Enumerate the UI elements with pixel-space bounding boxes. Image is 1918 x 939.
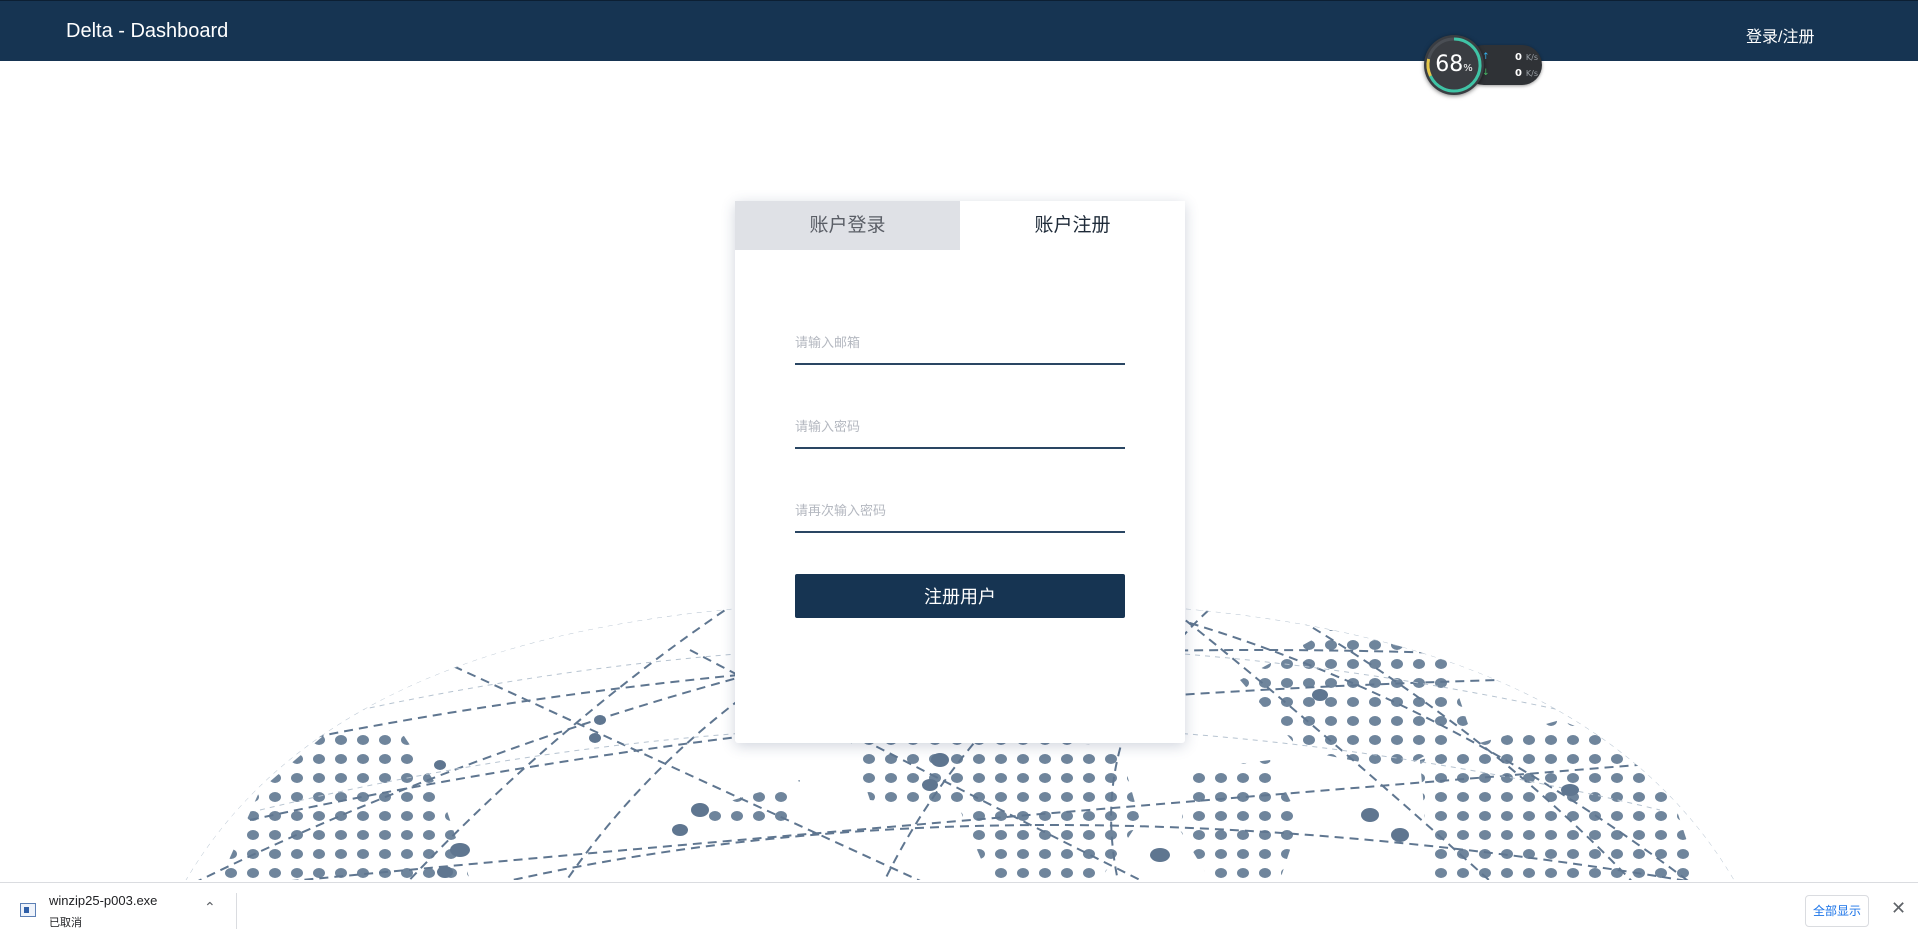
chevron-up-icon[interactable]: ⌃ (204, 899, 216, 916)
gauge-percent: 68% (1435, 52, 1473, 77)
top-navbar: Delta - Dashboard 登录/注册 (0, 0, 1918, 61)
upload-value: 0 (1515, 52, 1522, 63)
download-status: 已取消 (49, 917, 82, 929)
download-file-name[interactable]: winzip25-p003.exe (49, 893, 157, 908)
divider (236, 893, 237, 929)
password-input[interactable] (795, 405, 1125, 449)
upload-unit: K/s (1525, 53, 1538, 62)
email-input[interactable] (795, 321, 1125, 365)
tab-register[interactable]: 账户注册 (960, 201, 1185, 250)
close-icon[interactable]: ✕ (1891, 898, 1906, 919)
brand-title[interactable]: Delta - Dashboard (66, 20, 228, 43)
download-unit: K/s (1525, 69, 1538, 78)
confirm-password-input[interactable] (795, 489, 1125, 533)
login-register-link[interactable]: 登录/注册 (1746, 23, 1814, 47)
memory-gauge[interactable]: 68% (1424, 35, 1484, 95)
network-speed-widget[interactable]: ↑ 0 K/s ↓ 0 K/s 68% (1424, 35, 1544, 95)
download-value: 0 (1515, 68, 1522, 79)
register-button[interactable]: 注册用户 (795, 574, 1125, 618)
auth-card: 账户登录 账户注册 注册用户 (735, 201, 1185, 743)
download-bar: winzip25-p003.exe 已取消 ⌃ 全部显示 ✕ (0, 882, 1918, 939)
show-all-button[interactable]: 全部显示 (1805, 895, 1869, 927)
exe-file-icon (20, 903, 36, 917)
tab-login[interactable]: 账户登录 (735, 201, 960, 250)
